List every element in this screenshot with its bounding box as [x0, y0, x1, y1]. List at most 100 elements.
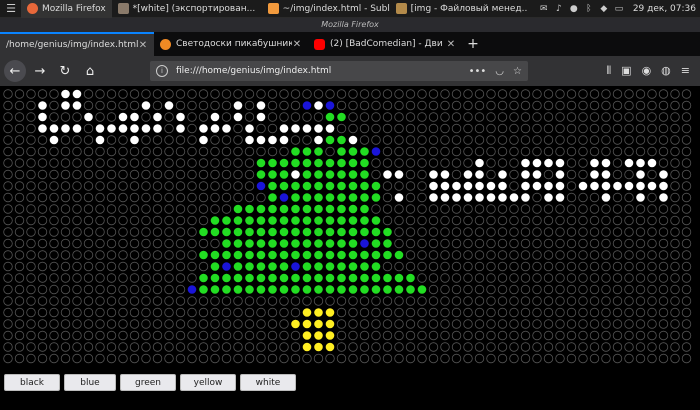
led-cell[interactable] — [233, 216, 243, 225]
led-cell[interactable] — [497, 158, 508, 168]
taskbar-item-sublime[interactable]: ~/img/index.html - Sublim... — [262, 0, 390, 18]
led-cell[interactable] — [49, 227, 59, 237]
led-cell[interactable] — [348, 296, 358, 306]
led-cell[interactable] — [129, 169, 140, 180]
led-cell[interactable] — [601, 146, 611, 157]
led-cell[interactable] — [405, 353, 416, 364]
led-cell[interactable] — [279, 216, 289, 225]
led-cell[interactable] — [95, 112, 105, 122]
led-cell[interactable] — [624, 250, 634, 260]
led-cell[interactable] — [429, 193, 438, 202]
led-cell[interactable] — [543, 135, 554, 145]
led-cell[interactable] — [256, 273, 266, 283]
led-cell[interactable] — [72, 181, 82, 191]
led-cell[interactable] — [141, 250, 151, 260]
led-cell[interactable] — [337, 227, 346, 237]
led-cell[interactable] — [60, 227, 71, 237]
led-cell[interactable] — [555, 158, 565, 168]
led-cell[interactable] — [417, 100, 427, 111]
led-cell[interactable] — [348, 342, 358, 352]
led-cell[interactable] — [337, 193, 346, 202]
led-cell[interactable] — [325, 353, 335, 364]
led-cell[interactable] — [371, 135, 381, 145]
led-cell[interactable] — [647, 342, 657, 352]
led-cell[interactable] — [83, 100, 94, 111]
led-cell[interactable] — [670, 238, 680, 249]
led-cell[interactable] — [486, 307, 496, 318]
led-cell[interactable] — [647, 123, 657, 134]
led-cell[interactable] — [72, 112, 82, 122]
led-cell[interactable] — [325, 250, 335, 260]
led-cell[interactable] — [49, 215, 59, 226]
led-cell[interactable] — [635, 353, 646, 364]
led-cell[interactable] — [348, 193, 358, 202]
led-cell[interactable] — [612, 353, 623, 364]
led-cell[interactable] — [83, 353, 94, 364]
led-cell[interactable] — [164, 307, 174, 318]
led-cell[interactable] — [348, 216, 358, 225]
led-cell[interactable] — [647, 227, 657, 237]
led-cell[interactable] — [428, 284, 439, 295]
led-cell[interactable] — [371, 204, 381, 214]
led-cell[interactable] — [106, 319, 117, 329]
led-cell[interactable] — [199, 285, 208, 294]
led-cell[interactable] — [60, 296, 71, 306]
led-cell[interactable] — [106, 215, 117, 226]
led-cell[interactable] — [14, 353, 25, 364]
led-cell[interactable] — [245, 273, 254, 283]
led-cell[interactable] — [106, 353, 117, 364]
led-cell[interactable] — [164, 250, 174, 260]
led-cell[interactable] — [428, 112, 439, 122]
led-cell[interactable] — [26, 273, 36, 283]
led-cell[interactable] — [543, 204, 554, 214]
led-cell[interactable] — [129, 100, 140, 111]
led-cell[interactable] — [681, 135, 692, 145]
led-cell[interactable] — [509, 250, 519, 260]
led-cell[interactable] — [394, 158, 404, 168]
led-cell[interactable] — [176, 124, 185, 133]
led-cell[interactable] — [37, 284, 48, 295]
led-cell[interactable] — [463, 112, 473, 122]
led-cell[interactable] — [428, 319, 439, 329]
led-cell[interactable] — [233, 342, 243, 352]
led-cell[interactable] — [681, 342, 692, 352]
taskbar-item-firefox[interactable]: Mozilla Firefox — [21, 0, 112, 18]
led-cell[interactable] — [106, 238, 117, 249]
led-cell[interactable] — [497, 342, 508, 352]
led-cell[interactable] — [463, 89, 473, 99]
led-cell[interactable] — [336, 89, 347, 99]
led-cell[interactable] — [670, 89, 680, 99]
led-cell[interactable] — [555, 204, 565, 214]
led-cell[interactable] — [222, 250, 231, 260]
led-cell[interactable] — [555, 135, 565, 145]
led-cell[interactable] — [129, 330, 140, 341]
led-cell[interactable] — [314, 216, 323, 225]
led-cell[interactable] — [49, 330, 59, 341]
led-cell[interactable] — [210, 227, 220, 237]
led-cell[interactable] — [417, 250, 427, 260]
led-cell[interactable] — [3, 227, 13, 237]
led-cell[interactable] — [221, 169, 232, 180]
led-cell[interactable] — [543, 238, 554, 249]
led-cell[interactable] — [647, 319, 657, 329]
led-cell[interactable] — [647, 112, 657, 122]
led-cell[interactable] — [210, 204, 220, 214]
led-cell[interactable] — [14, 273, 25, 283]
led-cell[interactable] — [681, 181, 692, 191]
led-cell[interactable] — [302, 112, 312, 122]
led-cell[interactable] — [302, 319, 312, 329]
led-cell[interactable] — [83, 273, 94, 283]
led-cell[interactable] — [647, 192, 657, 203]
led-cell[interactable] — [244, 100, 255, 111]
led-cell[interactable] — [544, 193, 553, 202]
led-cell[interactable] — [83, 250, 94, 260]
led-cell[interactable] — [291, 147, 300, 156]
led-cell[interactable] — [474, 89, 485, 99]
led-cell[interactable] — [348, 353, 358, 364]
led-cell[interactable] — [291, 170, 300, 179]
led-cell[interactable] — [198, 181, 209, 191]
led-cell[interactable] — [555, 319, 565, 329]
led-cell[interactable] — [337, 158, 346, 168]
led-cell[interactable] — [256, 101, 266, 110]
led-cell[interactable] — [337, 262, 346, 271]
